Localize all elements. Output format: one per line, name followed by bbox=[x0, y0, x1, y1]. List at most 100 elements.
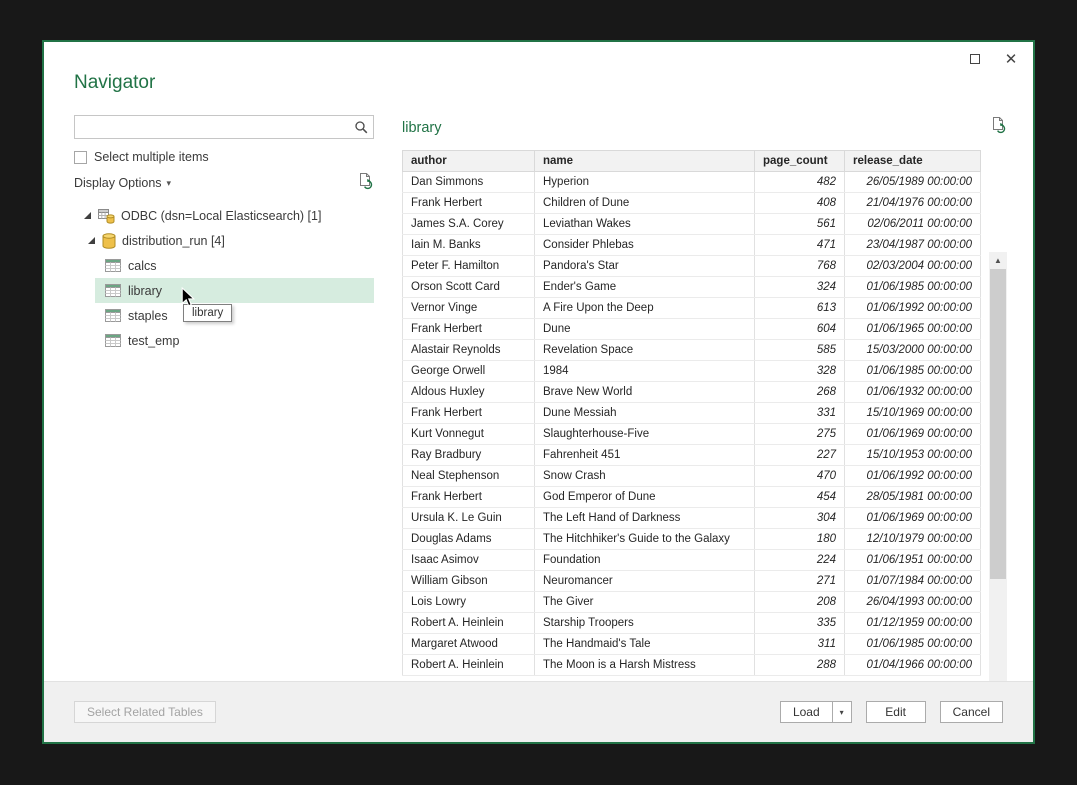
table-row: Frank Herbert Dune Messiah 331 15/10/196… bbox=[403, 403, 981, 424]
tree-item-library[interactable]: library bbox=[95, 278, 374, 303]
search-input[interactable] bbox=[75, 116, 373, 138]
navigation-tree: ODBC (dsn=Local Elasticsearch) [1] distr… bbox=[74, 203, 374, 353]
cell-page-count: 268 bbox=[755, 382, 845, 403]
cell-name: The Giver bbox=[535, 592, 755, 613]
expand-triangle-icon[interactable] bbox=[88, 237, 95, 244]
table-icon bbox=[105, 309, 121, 322]
cell-page-count: 331 bbox=[755, 403, 845, 424]
refresh-icon[interactable] bbox=[357, 173, 374, 195]
maximize-button[interactable] bbox=[961, 48, 989, 70]
display-options-label: Display Options bbox=[74, 176, 162, 190]
cell-release-date: 01/06/1965 00:00:00 bbox=[845, 319, 981, 340]
table-row: Frank Herbert Children of Dune 408 21/04… bbox=[403, 193, 981, 214]
cell-page-count: 470 bbox=[755, 466, 845, 487]
cell-name: The Moon is a Harsh Mistress bbox=[535, 655, 755, 676]
table-row: Frank Herbert God Emperor of Dune 454 28… bbox=[403, 487, 981, 508]
close-button[interactable]: ✕ bbox=[997, 48, 1025, 70]
load-button[interactable]: Load bbox=[780, 701, 832, 723]
cell-name: Snow Crash bbox=[535, 466, 755, 487]
tree-node-odbc-source[interactable]: ODBC (dsn=Local Elasticsearch) [1] bbox=[74, 203, 374, 228]
options-row: Display Options ▾ bbox=[74, 174, 374, 192]
load-dropdown-button[interactable]: ▾ bbox=[832, 701, 852, 723]
tree-item-label: staples bbox=[128, 309, 168, 323]
tree-item-test_emp[interactable]: test_emp bbox=[95, 328, 374, 353]
table-row: Douglas Adams The Hitchhiker's Guide to … bbox=[403, 529, 981, 550]
cell-release-date: 01/12/1959 00:00:00 bbox=[845, 613, 981, 634]
cell-author: George Orwell bbox=[403, 361, 535, 382]
page-title: Navigator bbox=[74, 72, 155, 94]
cell-release-date: 28/05/1981 00:00:00 bbox=[845, 487, 981, 508]
cell-author: Margaret Atwood bbox=[403, 634, 535, 655]
cell-name: 1984 bbox=[535, 361, 755, 382]
cell-author: William Gibson bbox=[403, 571, 535, 592]
expand-triangle-icon[interactable] bbox=[84, 212, 91, 219]
cell-release-date: 01/06/1992 00:00:00 bbox=[845, 298, 981, 319]
window-controls: ✕ bbox=[961, 48, 1025, 70]
cell-release-date: 23/04/1987 00:00:00 bbox=[845, 235, 981, 256]
cell-page-count: 311 bbox=[755, 634, 845, 655]
cell-author: Aldous Huxley bbox=[403, 382, 535, 403]
cell-release-date: 01/06/1985 00:00:00 bbox=[845, 277, 981, 298]
cell-author: Alastair Reynolds bbox=[403, 340, 535, 361]
cell-release-date: 01/06/1951 00:00:00 bbox=[845, 550, 981, 571]
scrollbar-thumb[interactable] bbox=[990, 269, 1006, 579]
cell-page-count: 613 bbox=[755, 298, 845, 319]
cell-name: Dune bbox=[535, 319, 755, 340]
table-row: Ray Bradbury Fahrenheit 451 227 15/10/19… bbox=[403, 445, 981, 466]
cell-page-count: 482 bbox=[755, 172, 845, 193]
close-icon: ✕ bbox=[1005, 52, 1018, 67]
table-row: Orson Scott Card Ender's Game 324 01/06/… bbox=[403, 277, 981, 298]
tree-node-database[interactable]: distribution_run [4] bbox=[74, 228, 374, 253]
search-icon[interactable] bbox=[354, 120, 368, 134]
cell-page-count: 328 bbox=[755, 361, 845, 382]
cell-release-date: 01/06/1985 00:00:00 bbox=[845, 634, 981, 655]
table-row: Neal Stephenson Snow Crash 470 01/06/199… bbox=[403, 466, 981, 487]
table-icon bbox=[105, 284, 121, 297]
cell-author: Dan Simmons bbox=[403, 172, 535, 193]
table-row: Vernor Vinge A Fire Upon the Deep 613 01… bbox=[403, 298, 981, 319]
vertical-scrollbar[interactable]: ▲ ▼ bbox=[989, 252, 1007, 740]
table-row: Margaret Atwood The Handmaid's Tale 311 … bbox=[403, 634, 981, 655]
display-options-dropdown[interactable]: Display Options ▾ bbox=[74, 176, 171, 190]
cell-release-date: 21/04/1976 00:00:00 bbox=[845, 193, 981, 214]
tree-item-calcs[interactable]: calcs bbox=[95, 253, 374, 278]
column-header-name: name bbox=[535, 151, 755, 172]
cell-name: Starship Troopers bbox=[535, 613, 755, 634]
cell-author: Douglas Adams bbox=[403, 529, 535, 550]
cell-name: Pandora's Star bbox=[535, 256, 755, 277]
refresh-preview-icon[interactable] bbox=[990, 117, 1007, 139]
table-row: Alastair Reynolds Revelation Space 585 1… bbox=[403, 340, 981, 361]
preview-header: library bbox=[402, 115, 1007, 141]
tree-item-staples[interactable]: staples bbox=[95, 303, 374, 328]
preview-table-zone: author name page_count release_date Dan … bbox=[402, 150, 1007, 676]
table-row: Frank Herbert Dune 604 01/06/1965 00:00:… bbox=[403, 319, 981, 340]
cell-name: Slaughterhouse-Five bbox=[535, 424, 755, 445]
cell-author: Frank Herbert bbox=[403, 319, 535, 340]
table-row: Dan Simmons Hyperion 482 26/05/1989 00:0… bbox=[403, 172, 981, 193]
cell-page-count: 335 bbox=[755, 613, 845, 634]
scroll-up-button[interactable]: ▲ bbox=[989, 252, 1007, 269]
select-multiple-checkbox[interactable] bbox=[74, 151, 87, 164]
cell-page-count: 324 bbox=[755, 277, 845, 298]
navigator-dialog: ✕ Navigator Select multiple items bbox=[42, 40, 1035, 744]
tree-node-database-label: distribution_run [4] bbox=[122, 234, 225, 248]
cell-page-count: 180 bbox=[755, 529, 845, 550]
cell-name: Brave New World bbox=[535, 382, 755, 403]
table-row: Iain M. Banks Consider Phlebas 471 23/04… bbox=[403, 235, 981, 256]
cell-author: Neal Stephenson bbox=[403, 466, 535, 487]
cell-author: Vernor Vinge bbox=[403, 298, 535, 319]
edit-button[interactable]: Edit bbox=[866, 701, 926, 723]
cell-author: Frank Herbert bbox=[403, 403, 535, 424]
table-row: Peter F. Hamilton Pandora's Star 768 02/… bbox=[403, 256, 981, 277]
select-related-tables-button[interactable]: Select Related Tables bbox=[74, 701, 216, 723]
cell-release-date: 01/06/1969 00:00:00 bbox=[845, 508, 981, 529]
table-row: Robert A. Heinlein Starship Troopers 335… bbox=[403, 613, 981, 634]
preview-panel: library aut bbox=[402, 115, 1007, 676]
cell-name: The Handmaid's Tale bbox=[535, 634, 755, 655]
cell-release-date: 01/06/1992 00:00:00 bbox=[845, 466, 981, 487]
table-row: Aldous Huxley Brave New World 268 01/06/… bbox=[403, 382, 981, 403]
select-multiple-label: Select multiple items bbox=[94, 150, 209, 164]
cancel-button[interactable]: Cancel bbox=[940, 701, 1003, 723]
table-icon bbox=[105, 334, 121, 347]
table-row: Kurt Vonnegut Slaughterhouse-Five 275 01… bbox=[403, 424, 981, 445]
